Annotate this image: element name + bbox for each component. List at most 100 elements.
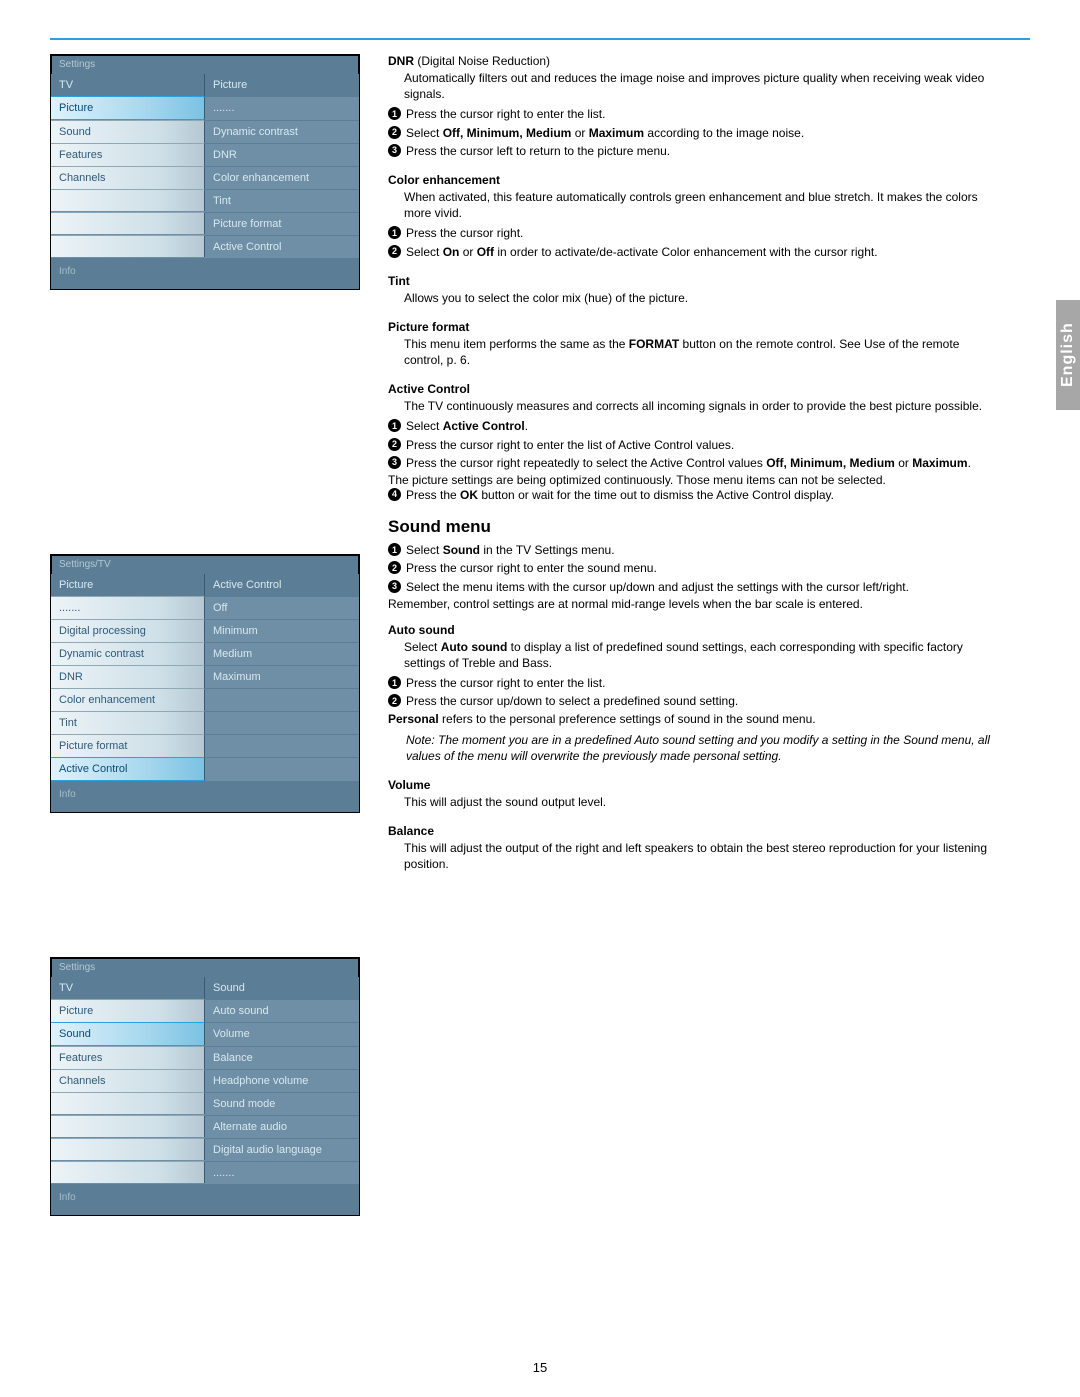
- steps: 1Press the cursor right. 2Select On or O…: [388, 225, 990, 259]
- menu-right-item: Picture format: [205, 212, 359, 235]
- step-number-icon: 3: [388, 144, 401, 157]
- content-columns: Settings TV Picture Picture....... Sound…: [50, 54, 1030, 1216]
- manual-page: English Settings TV Picture Picture.....…: [0, 0, 1080, 1397]
- menu-row: FeaturesDNR: [51, 143, 359, 166]
- menu-header-row: TV Sound: [51, 977, 359, 999]
- menu-left-item: Channels: [51, 166, 205, 189]
- menu-left-item: Features: [51, 1046, 205, 1069]
- step-text: Press the cursor right to enter the soun…: [406, 560, 990, 576]
- menu-right-item: Digital audio language: [205, 1138, 359, 1161]
- menu-row: Digital audio language: [51, 1138, 359, 1161]
- menu-row: Picture format: [51, 212, 359, 235]
- menu-header-right: Picture: [205, 74, 359, 96]
- step: 2Press the cursor right to enter the sou…: [388, 560, 990, 576]
- menu-row: .......Off: [51, 596, 359, 619]
- menu-left-item: Picture format: [51, 734, 205, 757]
- feature-title: Active Control: [388, 382, 990, 396]
- step: 3Press the cursor right repeatedly to se…: [388, 455, 990, 471]
- menu-right-item: Volume: [205, 1022, 359, 1046]
- menu-right-item: .......: [205, 1161, 359, 1184]
- step: 2 Select Off, Minimum, Medium or Maximum …: [388, 125, 990, 141]
- right-column: DNR (Digital Noise Reduction) Automatica…: [388, 54, 1030, 1216]
- step: 4Press the OK button or wait for the tim…: [388, 487, 990, 503]
- menu-left-item: Picture: [51, 96, 205, 120]
- menu-right-item: Auto sound: [205, 999, 359, 1022]
- menu-right-item: Balance: [205, 1046, 359, 1069]
- feature-balance: Balance This will adjust the output of t…: [388, 824, 990, 872]
- menu-row: SoundDynamic contrast: [51, 120, 359, 143]
- feature-desc: This will adjust the sound output level.: [404, 794, 990, 810]
- menu-left-item: Dynamic contrast: [51, 642, 205, 665]
- menu-left-item: Picture: [51, 999, 205, 1022]
- menu-header-right: Sound: [205, 977, 359, 999]
- menu-row: Digital processingMinimum: [51, 619, 359, 642]
- menu-left-item: Features: [51, 143, 205, 166]
- menu-row: Picture.......: [51, 96, 359, 120]
- feature-desc: Automatically filters out and reduces th…: [404, 70, 990, 102]
- feature-title: Color enhancement: [388, 173, 990, 187]
- step-number-icon: 1: [388, 676, 401, 689]
- menu-row: ChannelsColor enhancement: [51, 166, 359, 189]
- menu-row: DNRMaximum: [51, 665, 359, 688]
- step-text: Press the cursor right to enter the list…: [406, 106, 990, 122]
- step-number-icon: 2: [388, 245, 401, 258]
- menu-info: Info: [51, 781, 359, 812]
- step-text: Select the menu items with the cursor up…: [406, 579, 990, 595]
- feature-title: DNR (Digital Noise Reduction): [388, 54, 990, 68]
- menu-info: Info: [51, 258, 359, 289]
- menu-row: Alternate audio: [51, 1115, 359, 1138]
- menu-right-item: Sound mode: [205, 1092, 359, 1115]
- step-number-icon: 3: [388, 456, 401, 469]
- tv-menu-active-control: Settings/TV Picture Active Control .....…: [50, 554, 360, 813]
- step-extra: Personal refers to the personal preferen…: [388, 712, 990, 726]
- step-text: Press the cursor right to enter the list…: [406, 437, 990, 453]
- menu-left-item: Sound: [51, 120, 205, 143]
- step-number-icon: 1: [388, 107, 401, 120]
- menu-breadcrumb: Settings/TV: [51, 555, 359, 574]
- step-number-icon: 2: [388, 126, 401, 139]
- feature-auto-sound: Auto sound Select Auto sound to display …: [388, 623, 990, 764]
- menu-row: Tint: [51, 189, 359, 212]
- menu-right-item: Medium: [205, 642, 359, 665]
- spacer: [50, 855, 360, 875]
- menu-right-item: Off: [205, 596, 359, 619]
- step: 1 Press the cursor right to enter the lis…: [388, 106, 990, 122]
- menu-right-item: DNR: [205, 143, 359, 166]
- menu-header-row: Picture Active Control: [51, 574, 359, 596]
- step-number-icon: 2: [388, 694, 401, 707]
- steps: 1 Press the cursor right to enter the lis…: [388, 106, 990, 159]
- step-text: Select Off, Minimum, Medium or Maximum a…: [406, 125, 990, 141]
- menu-header-row: TV Picture: [51, 74, 359, 96]
- steps: 1Select Active Control. 2Press the curso…: [388, 418, 990, 503]
- menu-row: PictureAuto sound: [51, 999, 359, 1022]
- menu-breadcrumb: Settings: [51, 55, 359, 74]
- menu-row: SoundVolume: [51, 1022, 359, 1046]
- feature-desc: This menu item performs the same as the …: [404, 336, 990, 368]
- step: 3Press the cursor left to return to the …: [388, 143, 990, 159]
- menu-header-left: TV: [51, 74, 205, 96]
- menu-left-item: Sound: [51, 1022, 205, 1046]
- menu-header-left: TV: [51, 977, 205, 999]
- feature-desc: Select Auto sound to display a list of p…: [404, 639, 990, 671]
- menu-row: Tint: [51, 711, 359, 734]
- tv-menu-picture: Settings TV Picture Picture....... Sound…: [50, 54, 360, 290]
- menu-row: FeaturesBalance: [51, 1046, 359, 1069]
- menu-row: Active Control: [51, 235, 359, 258]
- feature-desc: Allows you to select the color mix (hue)…: [404, 290, 990, 306]
- step: 1Select Active Control.: [388, 418, 990, 434]
- step: 2 Select On or Off in order to activate/d…: [388, 244, 990, 260]
- menu-right-item: Tint: [205, 189, 359, 212]
- menu-right-item: Maximum: [205, 665, 359, 688]
- menu-body: .......Off Digital processingMinimum Dyn…: [51, 596, 359, 781]
- note: Note: The moment you are in a predefined…: [406, 732, 990, 764]
- menu-left-item: Active Control: [51, 757, 205, 781]
- tv-menu-sound: Settings TV Sound PictureAuto sound Soun…: [50, 957, 360, 1216]
- menu-right-item: Minimum: [205, 619, 359, 642]
- menu-right-item: .......: [205, 96, 359, 120]
- step: 2Press the cursor right to enter the lis…: [388, 437, 990, 453]
- step-text: Select On or Off in order to activate/de…: [406, 244, 990, 260]
- menu-body: Picture....... SoundDynamic contrast Fea…: [51, 96, 359, 258]
- feature-title: Tint: [388, 274, 990, 288]
- menu-row: ChannelsHeadphone volume: [51, 1069, 359, 1092]
- menu-body: PictureAuto sound SoundVolume FeaturesBa…: [51, 999, 359, 1184]
